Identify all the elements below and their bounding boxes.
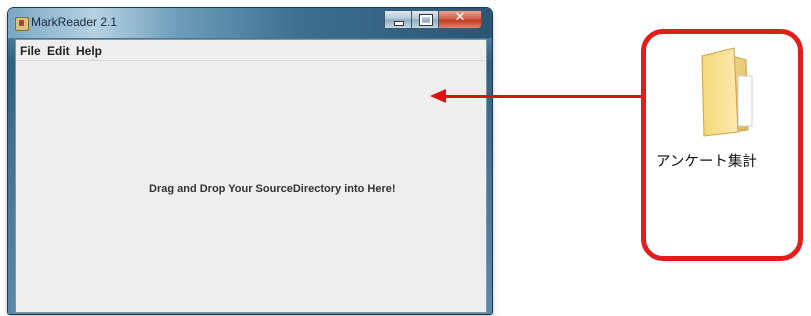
drop-area[interactable]: File Edit Help Drag and Drop Your Source…: [15, 39, 487, 313]
maximize-button[interactable]: [411, 10, 439, 29]
title-bar[interactable]: MarkReader 2.1 ✕: [8, 8, 492, 38]
menu-edit[interactable]: Edit: [47, 44, 70, 58]
menu-bar: File Edit Help: [16, 40, 486, 61]
window-title: MarkReader 2.1: [31, 15, 118, 29]
window-controls: ✕: [384, 10, 482, 29]
markreader-window: MarkReader 2.1 ✕ File Edit Help Drag and…: [8, 8, 492, 314]
folder-icon[interactable]: [688, 46, 774, 140]
folder-label: アンケート集計: [656, 154, 757, 170]
drop-hint: Drag and Drop Your SourceDirectory into …: [149, 183, 396, 195]
minimize-button[interactable]: [384, 10, 412, 29]
close-button[interactable]: ✕: [438, 10, 482, 29]
menu-help[interactable]: Help: [76, 44, 102, 58]
close-icon: ✕: [454, 10, 466, 25]
java-app-icon: [15, 17, 29, 31]
menu-file[interactable]: File: [20, 44, 41, 58]
arrow-head: [430, 89, 446, 103]
